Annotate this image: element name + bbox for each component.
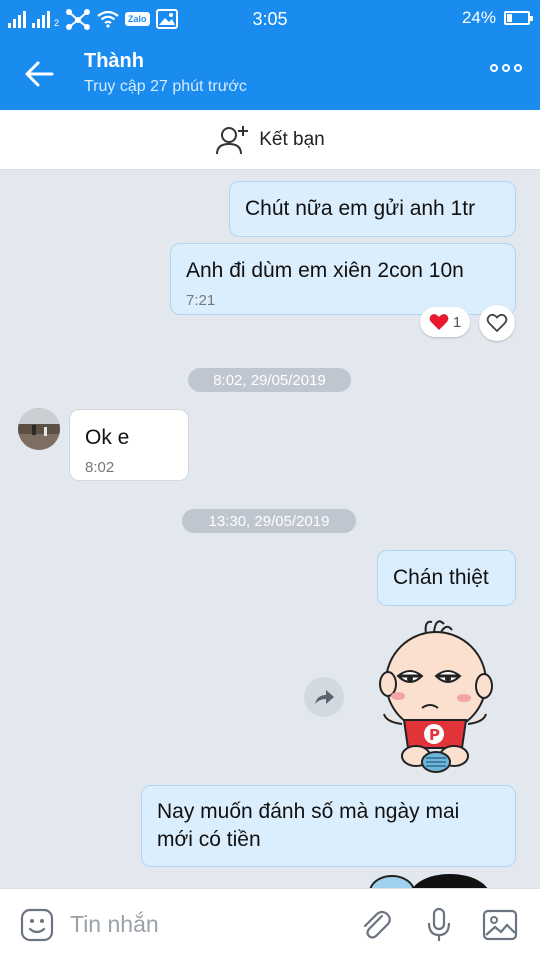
arrow-left-icon (25, 61, 54, 87)
message-input[interactable]: Tin nhắn (70, 911, 159, 938)
reaction-summary[interactable]: 1 (420, 307, 470, 337)
voice-button[interactable] (421, 907, 457, 943)
react-button[interactable] (479, 305, 515, 341)
contact-name[interactable]: Thành (84, 50, 144, 73)
message-text: Chán thiệt (393, 566, 489, 589)
forward-icon (315, 690, 334, 704)
message-text: Ok e (85, 426, 130, 449)
attach-button[interactable] (358, 907, 394, 943)
status-bar: 2 Zalo 3:05 24% (0, 0, 540, 38)
message-time: 7:21 (186, 292, 216, 309)
battery-status: 24% (461, 8, 533, 28)
more-dots-icon (490, 64, 498, 72)
message-text: Chút nữa em gửi anh 1tr (245, 197, 476, 220)
emoji-icon (20, 908, 54, 942)
clock: 3:05 (252, 9, 288, 29)
date-separator: 8:02, 29/05/2019 (188, 368, 351, 392)
emoji-button[interactable] (19, 907, 55, 943)
date-separator: 13:30, 29/05/2019 (182, 509, 356, 533)
incoming-message[interactable]: Ok e 8:02 (69, 409, 189, 481)
partial-sticker (362, 868, 492, 890)
add-person-icon (216, 125, 249, 154)
heart-outline-icon (486, 313, 508, 333)
chat-header: Thành Truy cập 27 phút trước (0, 38, 540, 110)
outgoing-message[interactable]: Chán thiệt (377, 550, 516, 606)
message-text-line: Nay muốn đánh số mà ngày mai (157, 800, 460, 823)
message-time: 8:02 (85, 459, 115, 476)
battery-percent: 24% (461, 8, 496, 27)
contact-avatar[interactable] (18, 408, 60, 450)
more-dots-icon (502, 64, 510, 72)
outgoing-message[interactable]: Nay muốn đánh số mà ngày mai mới có tiền (141, 785, 516, 867)
paperclip-icon (363, 910, 391, 939)
outgoing-message[interactable]: Chút nữa em gửi anh 1tr (229, 181, 516, 237)
back-button[interactable] (22, 58, 58, 90)
svg-text:P: P (429, 726, 440, 744)
forward-button[interactable] (304, 677, 344, 717)
add-friend-button[interactable]: Kết bạn (0, 110, 540, 170)
microphone-icon (427, 907, 451, 941)
bored-baby-sticker[interactable]: P (376, 616, 494, 774)
avatar-photo (18, 408, 60, 450)
more-dots-icon (514, 64, 522, 72)
battery-icon (504, 11, 533, 25)
message-text-line: mới có tiền (157, 828, 261, 851)
image-icon (482, 909, 518, 941)
outgoing-message[interactable]: Anh đi dùm em xiên 2con 10n 7:21 (170, 243, 516, 315)
message-input-bar: Tin nhắn (0, 888, 540, 960)
battery-fill (507, 14, 512, 22)
heart-icon (429, 314, 449, 330)
image-button[interactable] (482, 907, 518, 943)
reaction-count: 1 (452, 313, 462, 331)
add-friend-label: Kết bạn (259, 128, 325, 150)
last-seen-status: Truy cập 27 phút trước (84, 78, 247, 95)
message-text: Anh đi dùm em xiên 2con 10n (186, 259, 464, 282)
more-options-button[interactable] (490, 64, 522, 72)
